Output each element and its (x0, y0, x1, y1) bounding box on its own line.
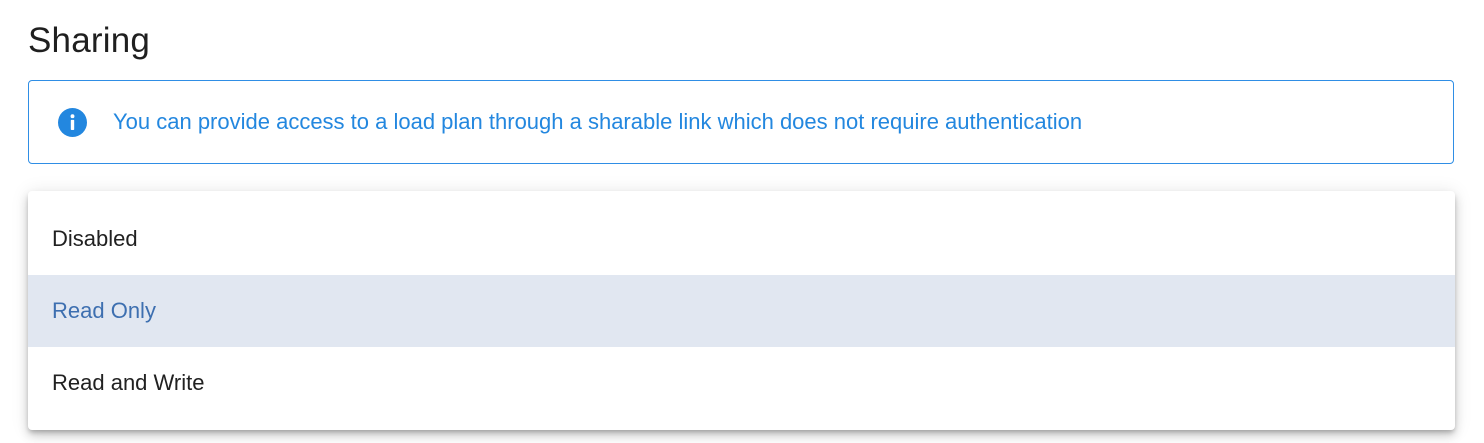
sharing-options-menu: Disabled Read Only Read and Write (28, 191, 1455, 430)
info-alert: You can provide access to a load plan th… (28, 80, 1454, 164)
option-disabled[interactable]: Disabled (28, 203, 1455, 275)
info-message: You can provide access to a load plan th… (113, 109, 1083, 134)
option-label: Read Only (52, 298, 156, 323)
option-read-and-write[interactable]: Read and Write (28, 347, 1455, 419)
option-label: Disabled (52, 226, 138, 251)
option-read-only[interactable]: Read Only (28, 275, 1455, 347)
option-label: Read and Write (52, 370, 205, 395)
page-title: Sharing (28, 21, 151, 60)
info-icon (58, 107, 87, 137)
sharing-page: Sharing You can provide access to a load… (0, 0, 1484, 443)
